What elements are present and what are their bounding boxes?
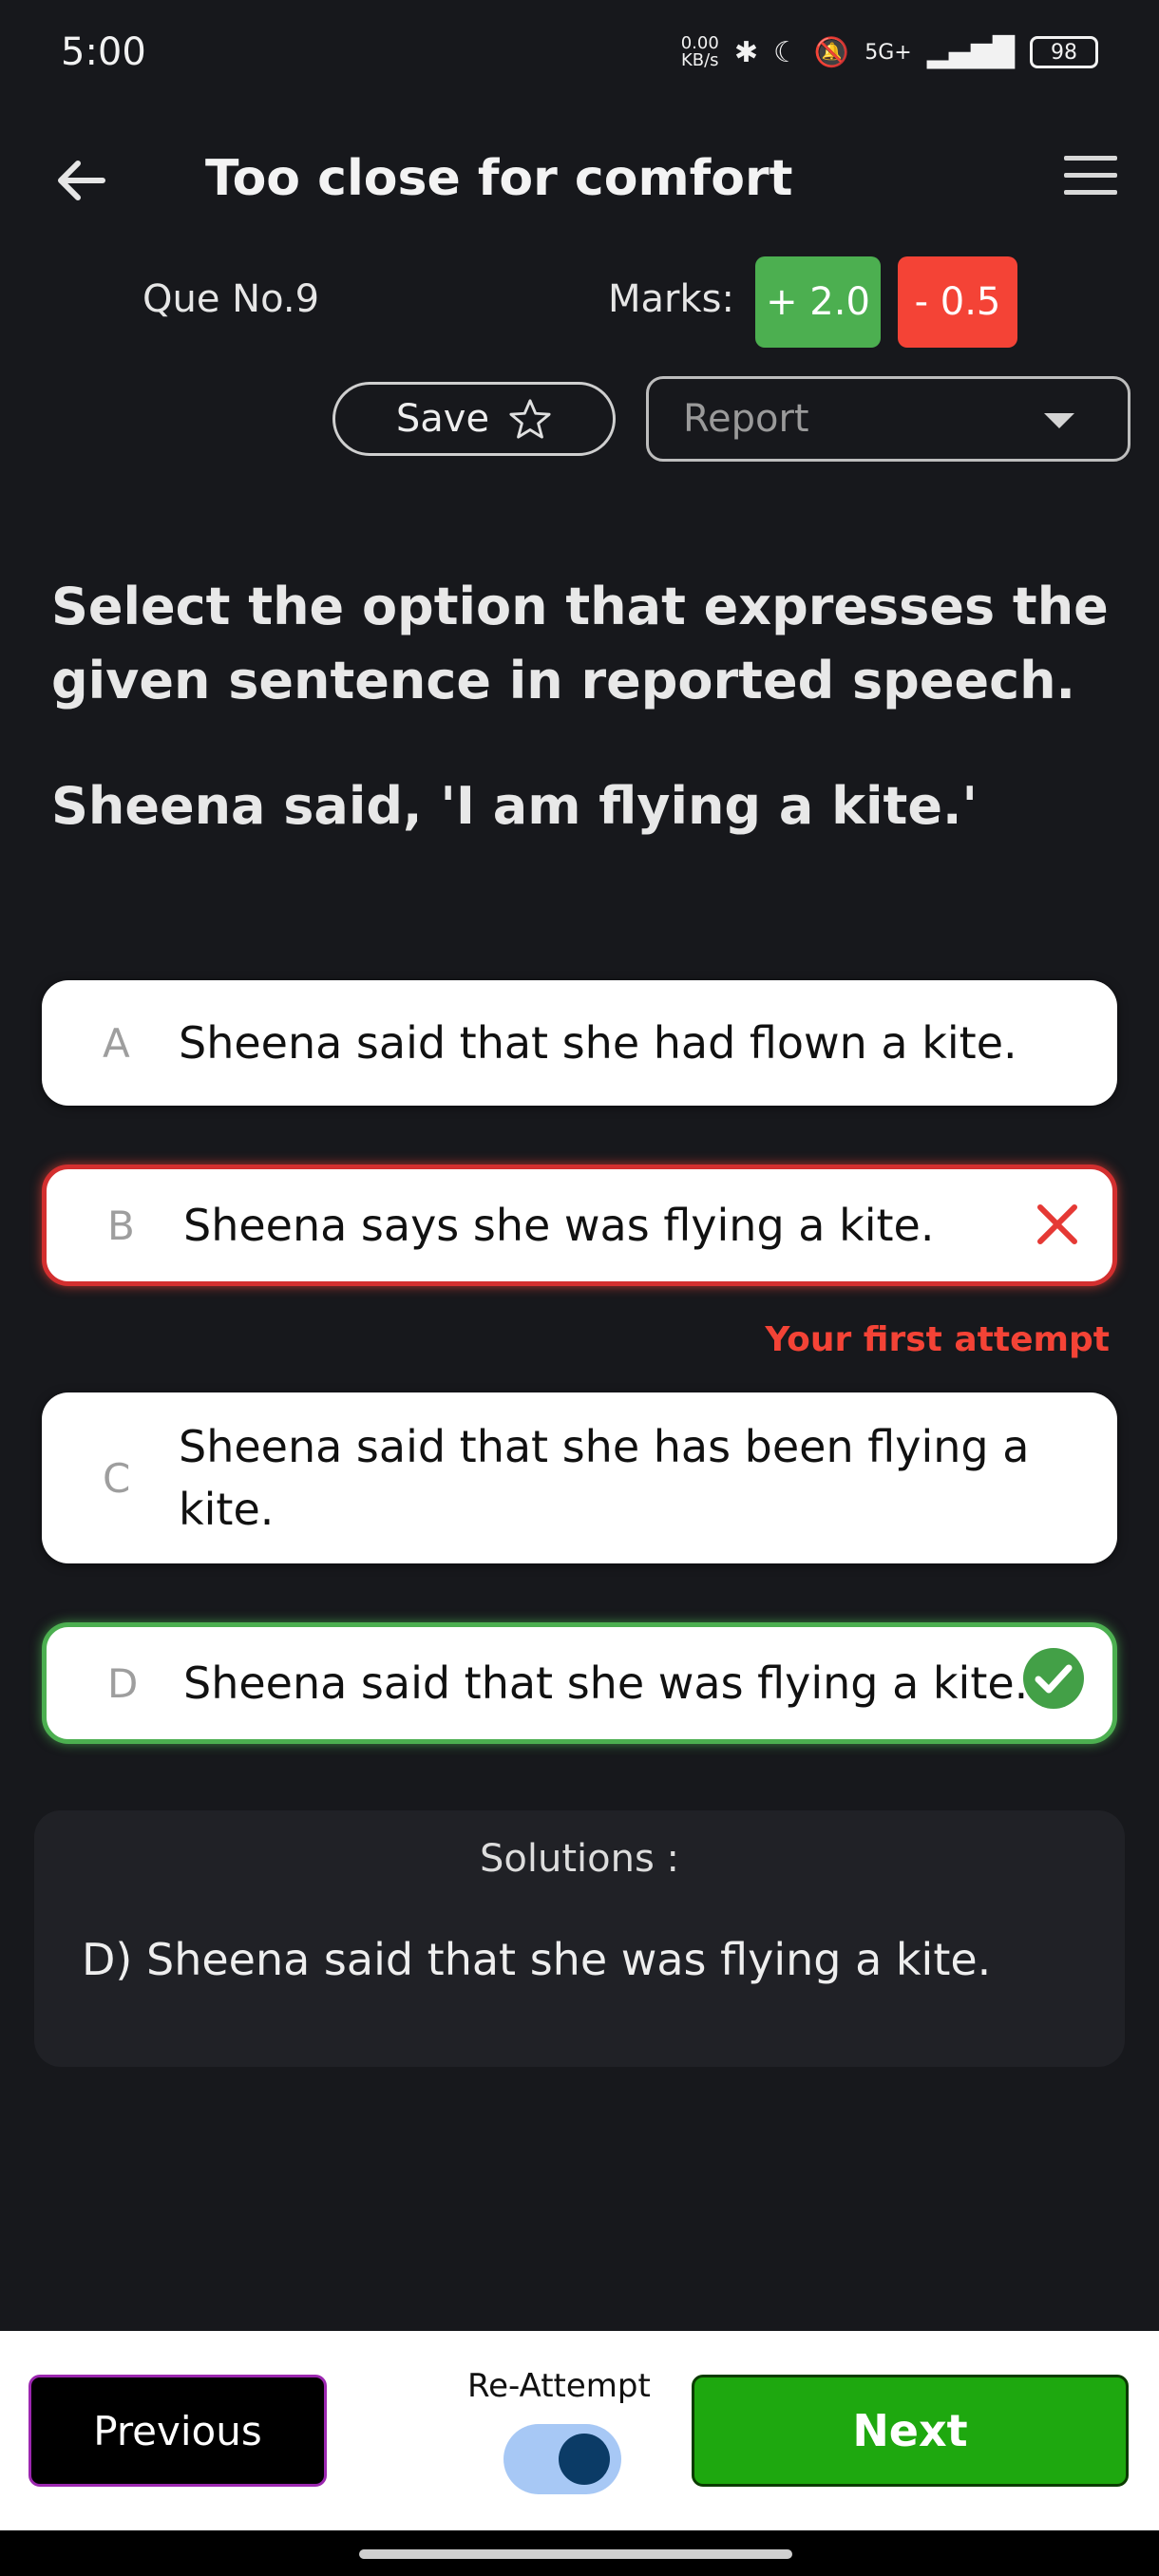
- option-letter: A: [103, 1019, 130, 1067]
- previous-button[interactable]: Previous: [28, 2375, 327, 2487]
- option-d[interactable]: D Sheena said that she was flying a kite…: [42, 1622, 1117, 1744]
- bottom-action-bar: Previous Re-Attempt Next: [0, 2331, 1159, 2530]
- option-text: Sheena said that she had flown a kite.: [179, 1017, 1017, 1069]
- option-b[interactable]: B Sheena says she was flying a kite.: [42, 1165, 1117, 1286]
- reattempt-label: Re-Attempt: [467, 2367, 651, 2405]
- marks-label: Marks:: [608, 277, 734, 321]
- moon-icon: ☾: [772, 35, 799, 69]
- system-nav-bar: [0, 2530, 1159, 2576]
- option-c[interactable]: C Sheena said that she has been flying a…: [42, 1392, 1117, 1563]
- chevron-down-icon: [1044, 413, 1074, 428]
- signal-icon: ▂▄▆█: [926, 35, 1015, 69]
- net-speed-unit: KB/s: [680, 50, 719, 70]
- report-dropdown[interactable]: Report: [646, 376, 1130, 462]
- option-letter: C: [103, 1454, 131, 1502]
- back-arrow-icon[interactable]: [51, 150, 112, 211]
- report-label: Report: [683, 397, 809, 441]
- option-text: Sheena said that she was flying a kite.: [183, 1657, 1029, 1709]
- question-text: Select the option that expresses the giv…: [51, 577, 1109, 710]
- save-label: Save: [395, 397, 490, 441]
- star-icon: [509, 399, 551, 439]
- status-bar: 5:00 0.00 KB/s ✱ ☾ 🔕 5G+ ▂▄▆█ 98: [0, 0, 1159, 104]
- first-attempt-note: Your first attempt: [765, 1320, 1110, 1359]
- status-icons: 0.00 KB/s ✱ ☾ 🔕 5G+ ▂▄▆█ 98: [681, 35, 1098, 69]
- home-indicator[interactable]: [359, 2549, 792, 2559]
- option-letter: D: [107, 1659, 139, 1707]
- option-letter: B: [107, 1202, 135, 1249]
- solutions-title: Solutions :: [480, 1837, 679, 1881]
- battery-icon: 98: [1030, 36, 1098, 68]
- page-title: Too close for comfort: [205, 150, 793, 207]
- reattempt-toggle[interactable]: [504, 2424, 621, 2494]
- status-time: 5:00: [61, 30, 146, 74]
- negative-marks-badge: - 0.5: [898, 256, 1017, 348]
- correct-check-icon: [1023, 1648, 1084, 1709]
- question-number: Que No.9: [142, 277, 320, 321]
- option-a[interactable]: A Sheena said that she had flown a kite.: [42, 980, 1117, 1106]
- option-text: Sheena said that she has been flying a k…: [179, 1421, 1030, 1535]
- app-header: Too close for comfort: [0, 123, 1159, 237]
- option-text: Sheena says she was flying a kite.: [183, 1200, 935, 1251]
- save-button[interactable]: Save: [332, 382, 616, 456]
- battery-level: 98: [1051, 40, 1077, 65]
- solutions-panel: Solutions : D) Sheena said that she was …: [34, 1810, 1125, 2067]
- next-button[interactable]: Next: [692, 2375, 1129, 2487]
- mute-icon: 🔕: [813, 35, 850, 69]
- wrong-x-icon: [1037, 1204, 1077, 1244]
- positive-marks-badge: + 2.0: [755, 256, 881, 348]
- net-speed: 0.00 KB/s: [681, 35, 719, 69]
- network-type: 5G+: [864, 40, 912, 65]
- hamburger-menu-icon[interactable]: [1064, 156, 1117, 201]
- solutions-text: D) Sheena said that she was flying a kit…: [82, 1934, 992, 1985]
- question-sentence: Sheena said, 'I am flying a kite.': [51, 776, 978, 836]
- bluetooth-icon: ✱: [733, 35, 758, 69]
- toggle-knob: [559, 2434, 610, 2485]
